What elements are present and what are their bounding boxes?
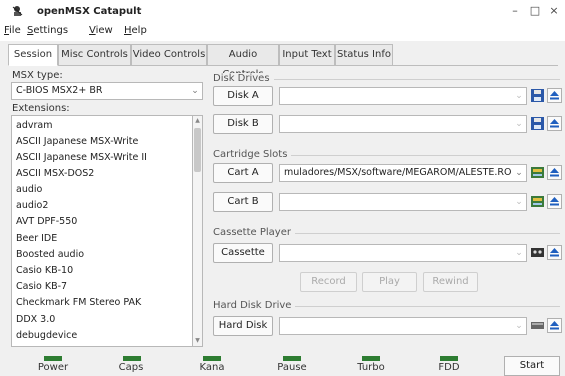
play-button[interactable]: Play — [362, 272, 417, 292]
turbo-label: Turbo — [357, 362, 385, 373]
chevron-down-icon: ⌄ — [191, 86, 199, 96]
chevron-down-icon: ⌄ — [515, 248, 523, 258]
close-icon[interactable]: × — [546, 3, 562, 19]
eject-icon[interactable] — [547, 194, 562, 209]
tab-video-controls[interactable]: Video Controls — [131, 44, 207, 66]
list-item[interactable]: Casio KB-10 — [16, 265, 73, 276]
cassette-input[interactable]: ⌄ — [279, 244, 527, 262]
list-item[interactable]: audio2 — [16, 200, 48, 211]
caps-led — [123, 356, 141, 361]
save-disk-icon[interactable] — [530, 116, 545, 131]
pause-label: Pause — [277, 362, 307, 373]
list-item[interactable]: advram — [16, 120, 52, 131]
caps-label: Caps — [118, 362, 144, 373]
list-item[interactable]: DDX 3.0 — [16, 314, 55, 325]
maximize-icon[interactable]: □ — [527, 3, 543, 19]
hard-disk-button[interactable]: Hard Disk — [213, 316, 273, 336]
scrollbar-thumb[interactable] — [194, 128, 201, 172]
kana-led — [203, 356, 221, 361]
extensions-label: Extensions: — [12, 103, 70, 114]
scroll-up-icon[interactable]: ▲ — [193, 116, 202, 126]
extensions-list[interactable]: advram ASCII Japanese MSX-Write ASCII Ja… — [11, 115, 203, 347]
openmsx-icon — [12, 6, 23, 16]
record-button[interactable]: Record — [300, 272, 357, 292]
disk-b-button[interactable]: Disk B — [213, 114, 273, 134]
power-label: Power — [37, 362, 69, 373]
msx-type-select[interactable]: C-BIOS MSX2+ BR ⌄ — [11, 82, 203, 100]
title-bar: openMSX Catapult – □ × — [0, 0, 565, 22]
eject-icon[interactable] — [547, 318, 562, 333]
chevron-down-icon: ⌄ — [515, 168, 523, 178]
chevron-down-icon: ⌄ — [515, 91, 523, 101]
save-disk-icon[interactable] — [530, 88, 545, 103]
menu-settings[interactable]: Settings — [27, 25, 68, 36]
list-item[interactable]: Checkmark FM Stereo PAK — [16, 297, 141, 308]
tab-misc-controls[interactable]: Misc Controls — [58, 44, 131, 66]
chevron-down-icon: ⌄ — [515, 197, 523, 207]
pause-led — [283, 356, 301, 361]
start-button[interactable]: Start — [504, 356, 560, 376]
chevron-down-icon: ⌄ — [515, 119, 523, 129]
msx-type-label: MSX type: — [12, 70, 63, 81]
fdd-led — [440, 356, 458, 361]
tab-session[interactable]: Session — [8, 44, 58, 66]
cart-b-input[interactable]: ⌄ — [279, 193, 527, 211]
group-divider — [283, 155, 560, 156]
harddisk-icon[interactable] — [530, 318, 545, 333]
group-divider — [290, 233, 560, 234]
menu-file[interactable]: File — [4, 25, 21, 36]
list-item[interactable]: audio — [16, 184, 42, 195]
cassette-player-title: Cassette Player — [213, 227, 295, 238]
cartridge-slots-title: Cartridge Slots — [213, 149, 292, 160]
list-item[interactable]: ASCII Japanese MSX-Write II — [16, 152, 147, 163]
rewind-button[interactable]: Rewind — [423, 272, 478, 292]
menu-help[interactable]: Help — [124, 25, 147, 36]
disk-b-input[interactable]: ⌄ — [279, 115, 527, 133]
hard-disk-input[interactable]: ⌄ — [279, 317, 527, 335]
group-divider — [290, 306, 560, 307]
turbo-led — [362, 356, 380, 361]
tab-status-info[interactable]: Status Info — [335, 44, 393, 66]
eject-icon[interactable] — [547, 116, 562, 131]
msx-type-value: C-BIOS MSX2+ BR — [16, 85, 103, 96]
menu-view[interactable]: View — [89, 25, 113, 36]
eject-icon[interactable] — [547, 245, 562, 260]
scroll-down-icon[interactable]: ▼ — [193, 336, 202, 346]
list-item[interactable]: ASCII Japanese MSX-Write — [16, 136, 138, 147]
eject-icon[interactable] — [547, 88, 562, 103]
cartridge-icon[interactable] — [530, 165, 545, 180]
group-divider — [270, 79, 560, 80]
extensions-scrollbar[interactable]: ▲ ▼ — [192, 115, 203, 347]
hard-disk-title: Hard Disk Drive — [213, 300, 296, 311]
cart-b-button[interactable]: Cart B — [213, 192, 273, 212]
disk-a-input[interactable]: ⌄ — [279, 87, 527, 105]
minimize-icon[interactable]: – — [507, 3, 523, 19]
list-item[interactable]: AVT DPF-550 — [16, 216, 77, 227]
cartridge-icon[interactable] — [530, 194, 545, 209]
kana-label: Kana — [199, 362, 225, 373]
tab-audio-controls[interactable]: Audio Controls — [207, 44, 279, 80]
disk-a-button[interactable]: Disk A — [213, 86, 273, 106]
power-led — [44, 356, 62, 361]
list-item[interactable]: ASCII MSX-DOS2 — [16, 168, 94, 179]
list-item[interactable]: Boosted audio — [16, 249, 84, 260]
cassette-icon[interactable] — [530, 245, 545, 260]
disk-drives-title: Disk Drives — [213, 73, 274, 84]
eject-icon[interactable] — [547, 165, 562, 180]
tab-input-text[interactable]: Input Text — [279, 44, 335, 66]
tab-bar: Session Misc Controls Video Controls Aud… — [8, 44, 558, 80]
chevron-down-icon: ⌄ — [515, 321, 523, 331]
list-item[interactable]: Casio KB-7 — [16, 281, 67, 292]
cassette-button[interactable]: Cassette — [213, 243, 273, 263]
cart-a-button[interactable]: Cart A — [213, 163, 273, 183]
cart-a-input[interactable]: muladores/MSX/software/MEGAROM/ALESTE.RO… — [279, 164, 527, 182]
menu-bar: File Settings View Help — [0, 22, 565, 41]
list-item[interactable]: Beer IDE — [16, 233, 57, 244]
fdd-label: FDD — [438, 362, 460, 373]
list-item[interactable]: debugdevice — [16, 330, 77, 341]
window-title: openMSX Catapult — [37, 6, 142, 17]
